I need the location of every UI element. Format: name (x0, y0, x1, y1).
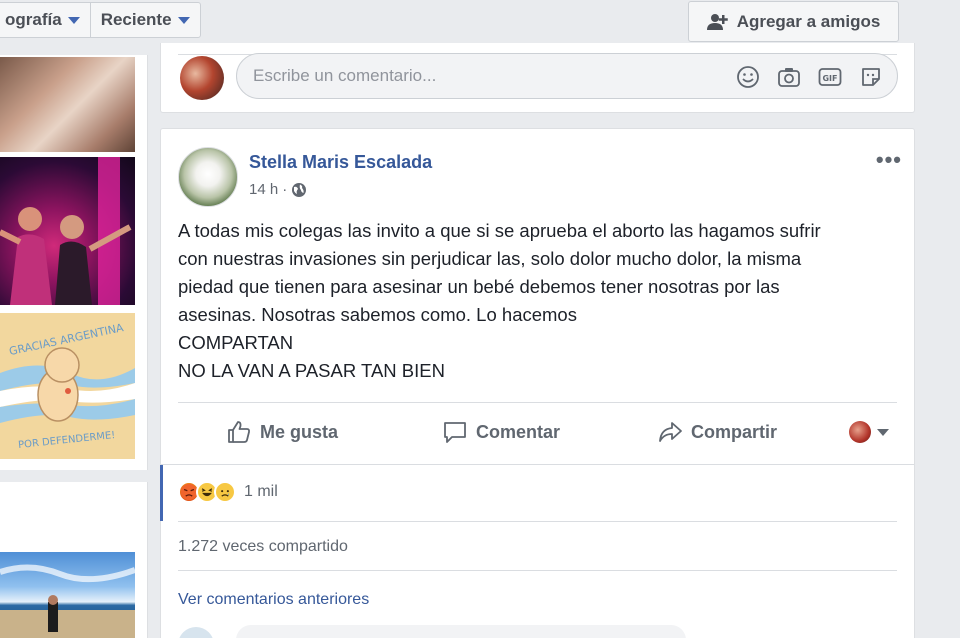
share-count[interactable]: 1.272 veces compartido (178, 538, 348, 556)
share-label: Compartir (691, 421, 778, 442)
post-timestamp[interactable]: 14 h (249, 181, 278, 198)
filter-photography-dropdown[interactable]: ografía (0, 3, 90, 37)
meta-separator: · (282, 181, 288, 198)
right-rail (916, 0, 960, 638)
photos-card-secondary (0, 482, 148, 638)
comment-placeholder: Escribe un comentario... (253, 66, 437, 85)
chevron-down-icon (877, 428, 889, 436)
comment-input[interactable] (236, 625, 686, 638)
filter-group: ografía Reciente (0, 2, 201, 38)
post-as-selector[interactable] (849, 421, 889, 443)
filter-recent-label: Reciente (100, 10, 172, 29)
like-button[interactable]: Me gusta (226, 419, 338, 445)
chevron-down-icon (177, 16, 190, 24)
camera-icon[interactable] (777, 65, 801, 89)
shares-row: 1.272 veces compartido (178, 521, 897, 571)
chevron-down-icon (67, 16, 80, 24)
reactions-summary[interactable]: 1 mil (178, 481, 278, 503)
gracias-argentina-illustration: GRACIAS ARGENTINA POR DEFENDERME! (0, 313, 135, 459)
svg-text:GIF: GIF (822, 74, 837, 83)
previous-post-footer: Escribe un comentario... GIF (160, 43, 915, 113)
share-button[interactable]: Compartir (657, 419, 777, 445)
post-options-icon[interactable]: ••• (876, 147, 902, 173)
filter-photography-label: ografía (5, 10, 62, 29)
feed-post: Stella Maris Escalada 14 h · ••• A todas… (160, 128, 915, 638)
beach-photo-illustration (0, 564, 137, 638)
photo-thumbnail[interactable] (0, 57, 135, 152)
party-photo-illustration (0, 157, 132, 305)
filter-recent-dropdown[interactable]: Reciente (89, 3, 200, 37)
comment-tools: GIF (736, 65, 883, 89)
comment-button[interactable]: Comentar (442, 419, 560, 445)
photo-thumbnail[interactable] (0, 157, 135, 305)
add-friend-label: Agregar a amigos (736, 11, 881, 31)
sad-reaction-icon (214, 481, 236, 503)
post-meta: 14 h · (249, 181, 307, 198)
post-body-text: A todas mis colegas las invito a que si … (178, 220, 821, 381)
globe-icon[interactable] (291, 182, 307, 198)
reaction-count[interactable]: 1 mil (244, 483, 278, 501)
share-arrow-icon (659, 422, 682, 442)
avatar[interactable] (178, 627, 214, 638)
previous-comments-row: Ver comentarios anteriores (178, 570, 897, 620)
comment-icon (444, 422, 466, 443)
post-author-name[interactable]: Stella Maris Escalada (249, 152, 432, 173)
sticker-icon[interactable] (859, 65, 883, 89)
avatar (849, 421, 871, 443)
photo-thumbnail[interactable] (0, 552, 137, 638)
feed-filter-bar: ografía Reciente (0, 0, 201, 55)
feedback-accent (160, 465, 163, 521)
photo-thumbnail[interactable]: GRACIAS ARGENTINA POR DEFENDERME! (0, 313, 135, 459)
view-previous-comments-link[interactable]: Ver comentarios anteriores (178, 591, 369, 609)
post-feedback: 1 mil 1.272 veces compartido Ver comenta… (160, 464, 914, 638)
comment-input[interactable]: Escribe un comentario... GIF (236, 53, 898, 99)
emoji-icon[interactable] (736, 65, 760, 89)
thumbs-up-icon (228, 421, 250, 443)
author-avatar[interactable] (178, 147, 238, 207)
add-friend-button[interactable]: Agregar a amigos (688, 1, 899, 42)
post-action-bar: Me gusta Comentar Compartir (178, 402, 897, 464)
avatar[interactable] (180, 56, 224, 100)
comment-label: Comentar (476, 421, 561, 442)
add-friend-icon (706, 13, 728, 30)
photos-card: GRACIAS ARGENTINA POR DEFENDERME! (0, 55, 148, 470)
like-label: Me gusta (260, 421, 339, 442)
gif-icon[interactable]: GIF (818, 65, 842, 89)
